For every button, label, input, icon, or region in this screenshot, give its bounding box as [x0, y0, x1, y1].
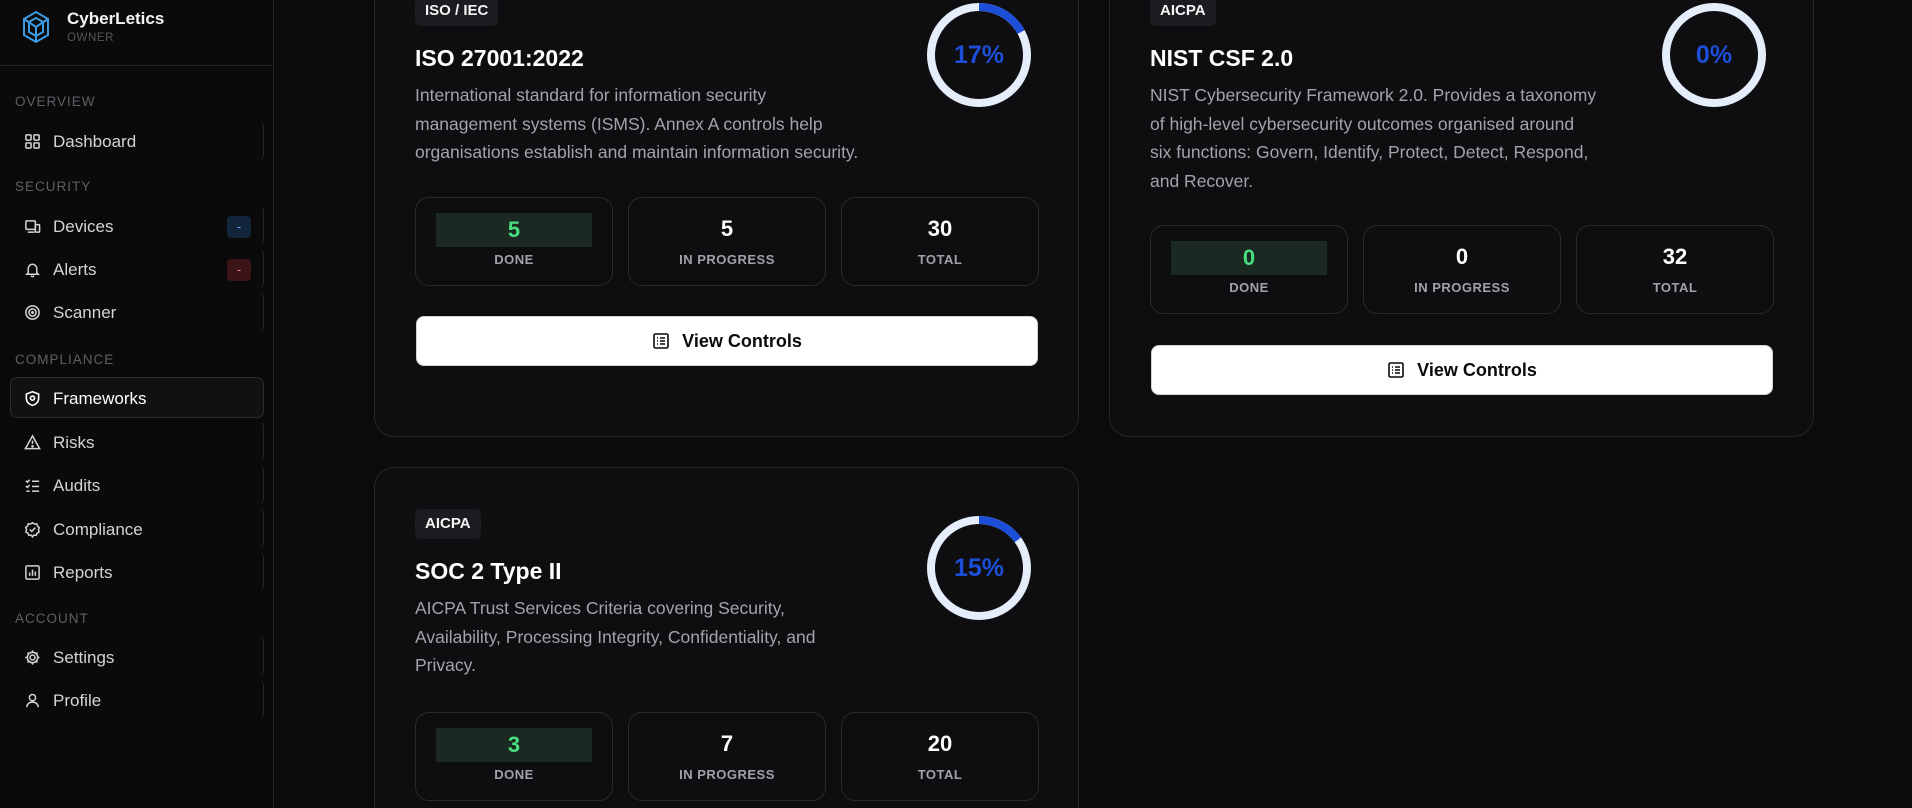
framework-card: AICPA SOC 2 Type II AICPA Trust Services…: [374, 467, 1079, 808]
sidebar-item-label: Dashboard: [53, 132, 137, 151]
sidebar-item-label: Profile: [53, 691, 102, 710]
bell-icon: [25, 263, 40, 278]
stat-done-value: 5: [436, 213, 592, 247]
alerts-count-badge: -: [227, 259, 251, 281]
sidebar-item-label: Audits: [53, 476, 101, 495]
sidebar-item-alerts[interactable]: Alerts -: [10, 248, 264, 289]
stat-done-value: 0: [1171, 241, 1327, 275]
section-label-compliance: COMPLIANCE: [15, 352, 115, 367]
framework-description: AICPA Trust Services Criteria covering S…: [415, 598, 816, 675]
badge-check-icon: [24, 521, 41, 538]
stat-in-progress-label: IN PROGRESS: [679, 767, 775, 782]
view-controls-label: View Controls: [682, 330, 802, 351]
chart-icon: [25, 565, 40, 580]
brand-header: CyberLetics OWNER: [0, 0, 273, 66]
sidebar-item-profile[interactable]: Profile: [10, 679, 264, 720]
progress-percent: 15%: [953, 554, 1005, 582]
stat-done-label: DONE: [1229, 280, 1269, 295]
section-label-security: SECURITY: [15, 179, 92, 194]
stat-in-progress-value: 7: [720, 731, 734, 756]
sidebar-item-label: Frameworks: [53, 389, 147, 408]
stat-in-progress-label: IN PROGRESS: [679, 252, 775, 267]
list-icon: [1388, 362, 1404, 378]
sidebar-item-dashboard[interactable]: Dashboard: [10, 120, 264, 161]
brand-name: CyberLetics: [67, 9, 165, 28]
sidebar-item-risks[interactable]: Risks: [10, 421, 264, 462]
stat-done-value: 3: [436, 728, 592, 762]
stat-total: 20 TOTAL: [841, 712, 1039, 801]
stat-total-value: 32: [1662, 244, 1688, 269]
radar-icon: [25, 305, 40, 320]
stat-done: 0 DONE: [1150, 225, 1348, 314]
framework-title: NIST CSF 2.0: [1150, 45, 1294, 71]
progress-ring: 0%: [1660, 1, 1768, 109]
sidebar-item-label: Reports: [53, 563, 113, 582]
stat-total-label: TOTAL: [917, 767, 963, 782]
stat-total-label: TOTAL: [917, 252, 963, 267]
stat-in-progress: 0 IN PROGRESS: [1363, 225, 1561, 314]
stat-done: 3 DONE: [415, 712, 613, 801]
checklist-icon: [25, 479, 40, 492]
view-controls-button[interactable]: View Controls: [416, 316, 1038, 366]
sidebar-item-frameworks[interactable]: Frameworks: [10, 377, 264, 418]
sidebar-item-compliance[interactable]: Compliance: [10, 508, 264, 549]
framework-tag: AICPA: [415, 509, 481, 539]
devices-count-badge: -: [227, 216, 251, 238]
framework-tag: AICPA: [1150, 0, 1216, 26]
framework-description: NIST Cybersecurity Framework 2.0. Provid…: [1150, 85, 1597, 191]
progress-percent: 0%: [1695, 41, 1733, 69]
sidebar-item-scanner[interactable]: Scanner: [10, 291, 264, 332]
section-label-account: ACCOUNT: [15, 611, 89, 626]
progress-ring: 17%: [925, 1, 1033, 109]
brand-role: OWNER: [67, 32, 115, 44]
stat-total: 32 TOTAL: [1576, 225, 1774, 314]
stat-done-label: DONE: [494, 252, 534, 267]
stat-in-progress-value: 0: [1455, 244, 1469, 269]
stat-total-value: 30: [927, 216, 953, 241]
sidebar: CyberLetics OWNER OVERVIEW Dashboard SEC…: [0, 0, 274, 808]
framework-card: AICPA NIST CSF 2.0 NIST Cybersecurity Fr…: [1109, 0, 1814, 437]
sidebar-item-devices[interactable]: Devices -: [10, 205, 264, 246]
stat-in-progress: 5 IN PROGRESS: [628, 197, 826, 286]
progress-ring: 15%: [925, 514, 1033, 622]
progress-percent: 17%: [953, 41, 1005, 69]
grid-icon: [25, 134, 40, 149]
sidebar-item-label: Devices: [53, 217, 114, 236]
stat-total-label: TOTAL: [1652, 280, 1698, 295]
shield-icon: [25, 390, 40, 407]
stat-total-value: 20: [927, 731, 953, 756]
gear-icon: [25, 650, 40, 665]
stat-in-progress-label: IN PROGRESS: [1414, 280, 1510, 295]
sidebar-item-label: Scanner: [53, 303, 117, 322]
view-controls-button[interactable]: View Controls: [1151, 345, 1773, 395]
framework-title: SOC 2 Type II: [415, 558, 562, 584]
section-label-overview: OVERVIEW: [15, 94, 96, 109]
sidebar-item-audits[interactable]: Audits: [10, 464, 264, 505]
stat-done: 5 DONE: [415, 197, 613, 286]
sidebar-item-reports[interactable]: Reports: [10, 551, 264, 592]
stat-in-progress: 7 IN PROGRESS: [628, 712, 826, 801]
warning-icon: [24, 434, 41, 450]
view-controls-label: View Controls: [1417, 359, 1537, 380]
app-root: CyberLetics OWNER OVERVIEW Dashboard SEC…: [0, 0, 1912, 808]
sidebar-item-label: Alerts: [53, 260, 97, 279]
sidebar-item-label: Settings: [53, 648, 115, 667]
framework-title: ISO 27001:2022: [415, 45, 584, 71]
stat-done-label: DONE: [494, 767, 534, 782]
stat-total: 30 TOTAL: [841, 197, 1039, 286]
framework-description: International standard for information s…: [415, 85, 859, 162]
logo-icon: [23, 10, 49, 44]
sidebar-item-settings[interactable]: Settings: [10, 636, 264, 677]
list-icon: [653, 333, 669, 349]
framework-tag: ISO / IEC: [415, 0, 499, 26]
sidebar-item-label: Compliance: [53, 520, 143, 539]
sidebar-item-label: Risks: [53, 433, 95, 452]
stat-in-progress-value: 5: [720, 216, 734, 241]
user-icon: [26, 693, 39, 708]
framework-card: ISO / IEC ISO 27001:2022 International s…: [374, 0, 1079, 437]
devices-icon: [25, 220, 41, 233]
